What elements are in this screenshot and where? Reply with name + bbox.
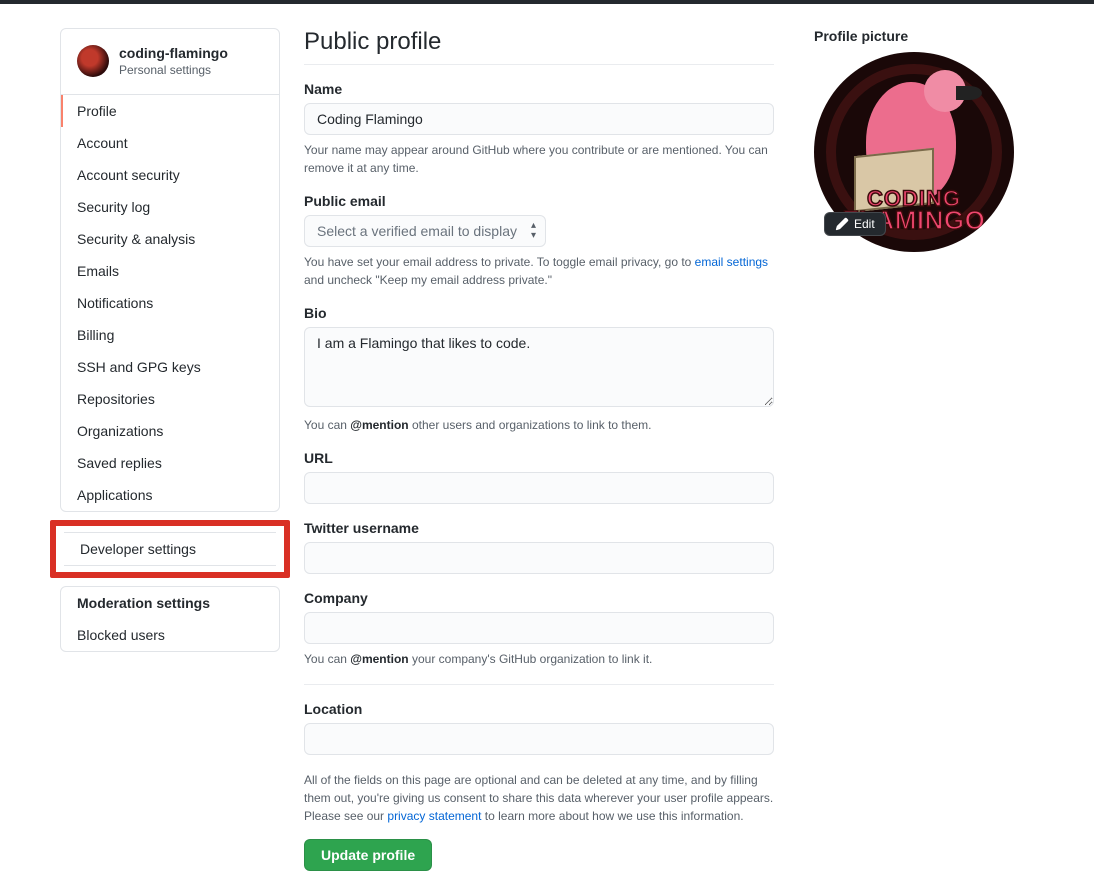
twitter-input[interactable] bbox=[304, 542, 774, 574]
bio-label: Bio bbox=[304, 305, 774, 321]
sidebar-item-profile[interactable]: Profile bbox=[61, 95, 279, 127]
email-select[interactable]: Select a verified email to display bbox=[304, 215, 546, 247]
sidebar-item-applications[interactable]: Applications bbox=[61, 479, 279, 511]
sidebar-item-emails[interactable]: Emails bbox=[61, 255, 279, 287]
sidebar-subtitle: Personal settings bbox=[119, 63, 228, 78]
sidebar-item-account-security[interactable]: Account security bbox=[61, 159, 279, 191]
profile-picture-label: Profile picture bbox=[814, 28, 1034, 44]
sidebar-item-notifications[interactable]: Notifications bbox=[61, 287, 279, 319]
settings-sidebar: coding-flamingo Personal settings Profil… bbox=[60, 28, 280, 871]
email-label: Public email bbox=[304, 193, 774, 209]
name-label: Name bbox=[304, 81, 774, 97]
pencil-icon bbox=[835, 217, 849, 231]
email-note: You have set your email address to priva… bbox=[304, 253, 774, 289]
sidebar-item-developer-settings[interactable]: Developer settings bbox=[64, 533, 276, 565]
avatar-icon bbox=[77, 45, 109, 77]
settings-menu: coding-flamingo Personal settings Profil… bbox=[60, 28, 280, 512]
name-input[interactable] bbox=[304, 103, 774, 135]
update-profile-button[interactable]: Update profile bbox=[304, 839, 432, 871]
sidebar-item-blocked-users[interactable]: Blocked users bbox=[61, 619, 279, 651]
sidebar-username: coding-flamingo bbox=[119, 45, 228, 63]
url-label: URL bbox=[304, 450, 774, 466]
sidebar-item-repositories[interactable]: Repositories bbox=[61, 383, 279, 415]
location-input[interactable] bbox=[304, 723, 774, 755]
bio-note: You can @mention other users and organiz… bbox=[304, 416, 774, 434]
disclaimer: All of the fields on this page are optio… bbox=[304, 771, 774, 825]
sidebar-item-security-log[interactable]: Security log bbox=[61, 191, 279, 223]
sidebar-item-security-analysis[interactable]: Security & analysis bbox=[61, 223, 279, 255]
name-note: Your name may appear around GitHub where… bbox=[304, 141, 774, 177]
bio-textarea[interactable]: I am a Flamingo that likes to code. bbox=[304, 327, 774, 407]
edit-picture-label: Edit bbox=[854, 217, 875, 231]
sidebar-item-saved-replies[interactable]: Saved replies bbox=[61, 447, 279, 479]
page-title: Public profile bbox=[304, 28, 774, 65]
sidebar-item-organizations[interactable]: Organizations bbox=[61, 415, 279, 447]
company-note: You can @mention your company's GitHub o… bbox=[304, 650, 774, 668]
sidebar-heading-moderation: Moderation settings bbox=[61, 587, 279, 619]
developer-settings-highlight: Developer settings bbox=[50, 520, 290, 578]
email-settings-link[interactable]: email settings bbox=[695, 255, 768, 269]
privacy-statement-link[interactable]: privacy statement bbox=[387, 809, 481, 823]
company-input[interactable] bbox=[304, 612, 774, 644]
edit-picture-button[interactable]: Edit bbox=[824, 212, 886, 236]
divider bbox=[304, 684, 774, 685]
moderation-menu: Moderation settings Blocked users bbox=[60, 586, 280, 652]
sidebar-item-billing[interactable]: Billing bbox=[61, 319, 279, 351]
location-label: Location bbox=[304, 701, 774, 717]
url-input[interactable] bbox=[304, 472, 774, 504]
sidebar-user-header: coding-flamingo Personal settings bbox=[61, 29, 279, 95]
company-label: Company bbox=[304, 590, 774, 606]
profile-picture: CODING FLAMINGO Edit bbox=[814, 52, 1014, 252]
sidebar-item-ssh-gpg[interactable]: SSH and GPG keys bbox=[61, 351, 279, 383]
twitter-label: Twitter username bbox=[304, 520, 774, 536]
sidebar-item-account[interactable]: Account bbox=[61, 127, 279, 159]
